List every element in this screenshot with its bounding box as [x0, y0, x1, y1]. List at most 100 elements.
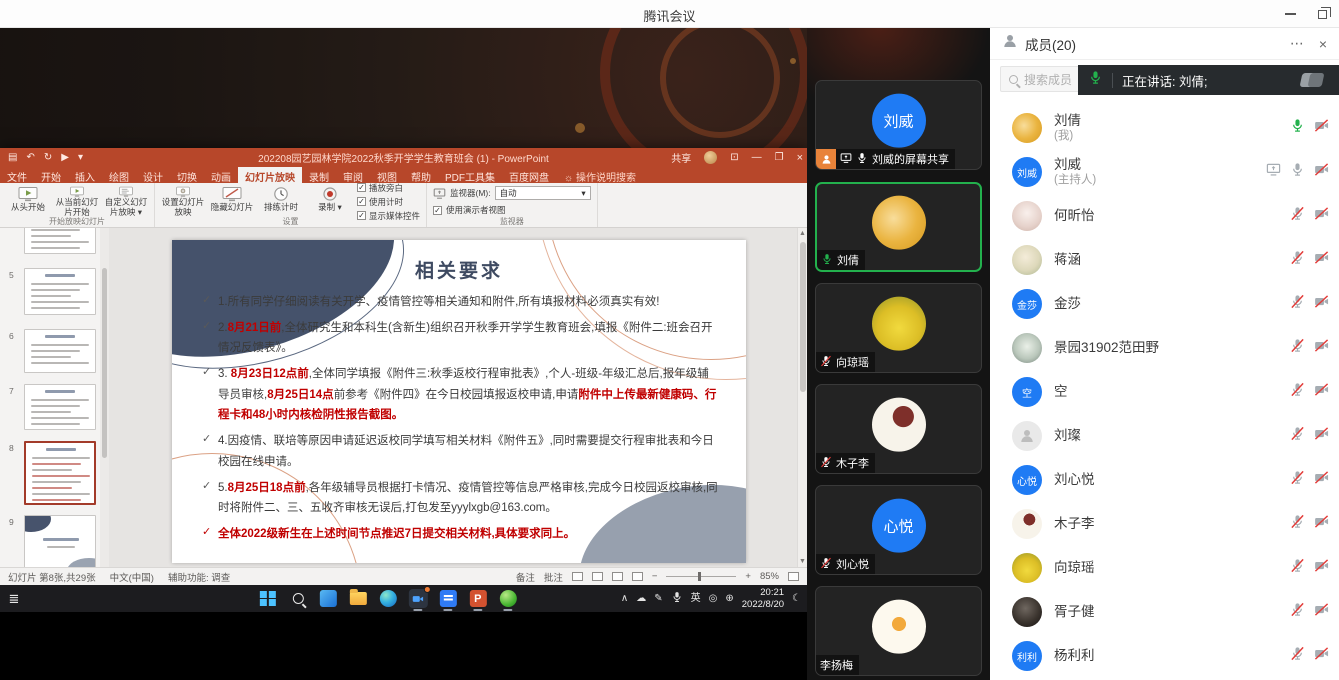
member-camera-off-icon[interactable] [1314, 338, 1329, 358]
taskbar-icon-explorer[interactable] [347, 588, 368, 609]
ribbon-button-设置幻灯片放映[interactable]: 设置幻灯片放映 [161, 185, 205, 217]
member-camera-off-icon[interactable] [1314, 294, 1329, 314]
tray-expand-icon[interactable]: ∧ [621, 594, 628, 604]
member-mic-muted-icon[interactable] [1290, 514, 1305, 534]
ppt-close-button[interactable]: × [797, 152, 803, 164]
scroll-up-icon[interactable]: ▲ [798, 230, 807, 237]
accessibility-indicator[interactable]: 辅助功能: 调查 [168, 570, 230, 584]
ppt-tab-百度网盘[interactable]: 百度网盘 [502, 167, 556, 183]
member-mic-muted-icon[interactable] [1290, 250, 1305, 270]
ppt-tab-设计[interactable]: 设计 [136, 167, 170, 183]
video-tile-刘威的屏幕共享[interactable]: 刘威刘威的屏幕共享 [815, 80, 982, 170]
comments-button[interactable]: 批注 [544, 570, 563, 584]
taskbar-icon-start[interactable] [257, 588, 278, 609]
member-row-木子李[interactable]: 木子李 [990, 502, 1339, 546]
ppt-minimize-button[interactable]: — [752, 152, 762, 163]
ribbon-button-隐藏幻灯片[interactable]: 隐藏幻灯片 [210, 185, 254, 217]
ime-indicator[interactable]: 英 [691, 594, 701, 604]
slide-thumbnail[interactable] [24, 384, 96, 430]
tray-mic-icon[interactable] [671, 591, 683, 606]
member-camera-off-icon[interactable] [1314, 602, 1329, 622]
member-row-何昕怡[interactable]: 何昕怡 [990, 194, 1339, 238]
reading-view-icon[interactable] [612, 572, 623, 581]
slide-vertical-scrollbar[interactable]: ▲ ▼ [797, 228, 807, 567]
ppt-tab-幻灯片放映[interactable]: 幻灯片放映 [238, 167, 302, 183]
ppt-tab-PDF工具集[interactable]: PDF工具集 [438, 167, 502, 183]
tray-eye-icon[interactable]: ◎ [709, 594, 718, 604]
tray-cloud-icon[interactable]: ☁ [636, 594, 646, 604]
taskbar-icon-store[interactable] [317, 588, 338, 609]
fit-slide-icon[interactable] [788, 572, 799, 581]
slideshow-view-icon[interactable] [632, 572, 643, 581]
member-row-杨利利[interactable]: 利利杨利利 [990, 634, 1339, 678]
ppt-tab-插入[interactable]: 插入 [68, 167, 102, 183]
slide-thumbnail[interactable] [24, 515, 96, 567]
member-mic-muted-icon[interactable] [1290, 558, 1305, 578]
member-camera-off-icon[interactable] [1314, 206, 1329, 226]
redo-icon[interactable]: ↻ [44, 153, 52, 163]
members-close-button[interactable]: × [1319, 36, 1327, 52]
member-camera-off-icon[interactable] [1314, 646, 1329, 666]
window-restore-button[interactable] [1318, 10, 1327, 19]
ribbon-button-自定义幻灯片放映[interactable]: 自定义幻灯片放映 ▾ [104, 185, 148, 217]
zoom-level[interactable]: 85% [760, 571, 779, 582]
ribbon-checkbox-使用演示者视图[interactable]: ✓使用演示者视图 [433, 204, 591, 216]
members-more-button[interactable]: ⋯ [1290, 35, 1305, 52]
notes-button[interactable]: 备注 [516, 570, 535, 584]
ppt-tab-文件[interactable]: 文件 [0, 167, 34, 183]
member-mic-muted-icon[interactable] [1290, 382, 1305, 402]
video-tile-李扬梅[interactable]: 李扬梅 [815, 586, 982, 676]
ppt-tab-动画[interactable]: 动画 [204, 167, 238, 183]
ribbon-checkbox-使用计时[interactable]: ✓使用计时 [357, 196, 420, 208]
ppt-share-button[interactable]: 共享 [671, 150, 691, 165]
member-camera-off-icon[interactable] [1314, 250, 1329, 270]
member-mic-on-icon[interactable] [1290, 118, 1305, 138]
ppt-tab-绘图[interactable]: 绘图 [102, 167, 136, 183]
thumbnail-scrollbar[interactable] [100, 228, 109, 567]
customize-qat-icon[interactable]: ▾ [78, 153, 83, 163]
video-tile-木子李[interactable]: 木子李 [815, 384, 982, 474]
ribbon-button-录制[interactable]: 录制 ▾ [308, 185, 352, 217]
member-camera-off-icon[interactable] [1314, 426, 1329, 446]
slide-thumbnail-pane[interactable]: 56789 [0, 228, 100, 567]
slide-thumbnail[interactable] [24, 268, 96, 315]
ribbon-button-从头开始[interactable]: 从头开始 [6, 185, 50, 217]
normal-view-icon[interactable] [572, 572, 583, 581]
member-mic-muted-icon[interactable] [1290, 646, 1305, 666]
video-tile-向琼瑶[interactable]: 向琼瑶 [815, 283, 982, 373]
member-row-刘璨[interactable]: 刘璨 [990, 414, 1339, 458]
member-row-空[interactable]: 空空 [990, 370, 1339, 414]
slide-thumbnail[interactable] [24, 228, 96, 254]
tray-notification-moon-icon[interactable]: ☾ [792, 594, 801, 604]
member-row-刘倩[interactable]: 刘倩(我) [990, 106, 1339, 150]
slide-sorter-view-icon[interactable] [592, 572, 603, 581]
member-camera-off-icon[interactable] [1314, 558, 1329, 578]
member-row-金莎[interactable]: 金莎金莎 [990, 282, 1339, 326]
taskbar-icon-browser-green[interactable] [497, 588, 518, 609]
member-mic-muted-icon[interactable] [1290, 470, 1305, 490]
ribbon-display-options-icon[interactable]: ⊡ [730, 152, 738, 163]
member-row-刘心悦[interactable]: 心悦刘心悦 [990, 458, 1339, 502]
member-mic-muted-icon[interactable] [1290, 426, 1305, 446]
member-mic-muted-icon[interactable] [1290, 206, 1305, 226]
member-row-刘威[interactable]: 刘威刘威(主持人) [990, 150, 1339, 194]
member-camera-off-icon[interactable] [1314, 514, 1329, 534]
language-indicator[interactable]: 中文(中国) [110, 570, 154, 584]
member-row-蒋涵[interactable]: 蒋涵 [990, 238, 1339, 282]
start-slideshow-icon[interactable]: ▶ [61, 153, 69, 163]
taskbar-icon-meeting[interactable] [407, 588, 428, 609]
save-icon[interactable]: ▤ [8, 153, 17, 163]
video-tile-刘心悦[interactable]: 心悦刘心悦 [815, 485, 982, 575]
tray-pen-icon[interactable]: ✎ [654, 594, 662, 604]
tray-network-icon[interactable]: ⊕ [725, 594, 733, 604]
scroll-down-icon[interactable]: ▼ [798, 558, 807, 565]
member-camera-off-icon[interactable] [1314, 382, 1329, 402]
zoom-in-icon[interactable]: + [745, 571, 751, 582]
slide-thumbnail-selected[interactable] [24, 441, 96, 505]
member-mic-muted-icon[interactable] [1290, 338, 1305, 358]
taskbar-icon-search[interactable] [287, 588, 308, 609]
member-camera-off-icon[interactable] [1314, 162, 1329, 182]
window-minimize-button[interactable] [1285, 13, 1296, 15]
zoom-slider[interactable] [666, 576, 736, 578]
member-mic-icon[interactable] [1290, 162, 1305, 182]
